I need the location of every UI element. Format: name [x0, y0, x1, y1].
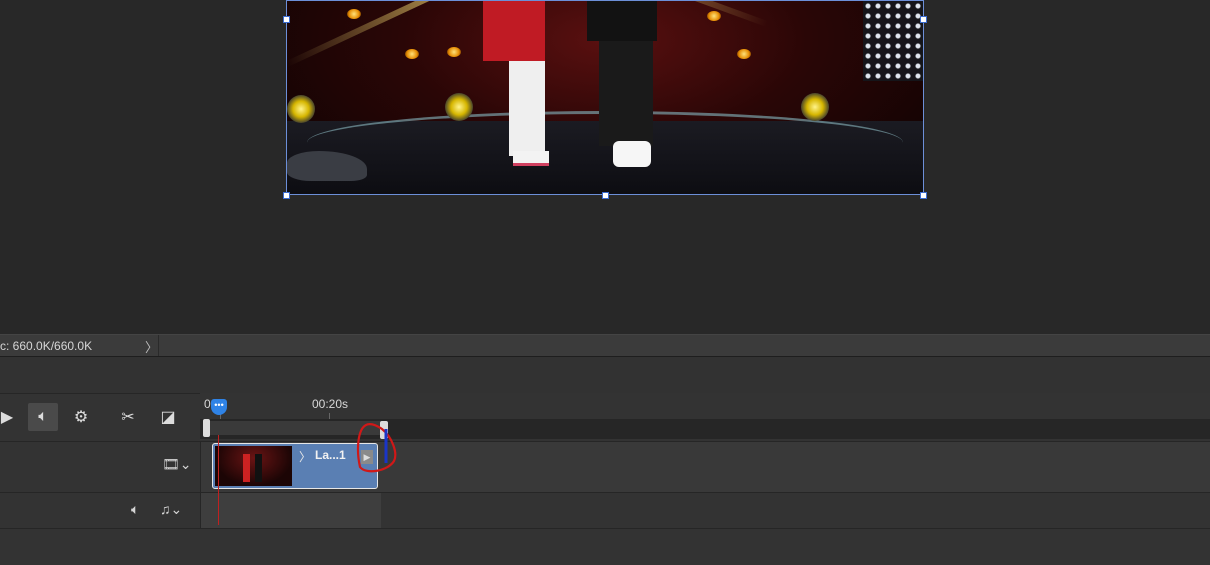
timeline-panel: |▶ 🔈︎ ⚙︎ ✂︎ ◪ 0 00:20s 🎞︎⌄ 🔈︎ ♫ [0, 356, 1210, 565]
playhead-line [218, 435, 219, 525]
split-button[interactable]: ✂︎ [113, 403, 143, 431]
document-size-info: c: 660.0K/660.0K [0, 339, 93, 353]
performer-1-shoes [513, 151, 549, 166]
status-divider [158, 335, 159, 356]
status-menu-arrow[interactable]: 〉 [145, 337, 158, 356]
speaker-icon[interactable]: 🔈︎ [131, 501, 139, 518]
gear-icon: ⚙︎ [73, 409, 89, 426]
performer-2-shoes [613, 141, 651, 167]
audio-toggle-button[interactable]: 🔈︎ [28, 403, 58, 431]
ruler-mark-label: 00:20s [312, 397, 349, 411]
performer-2-legs [599, 41, 653, 146]
settings-button[interactable]: ⚙︎ [66, 403, 96, 431]
work-area-start-handle[interactable] [203, 419, 210, 437]
status-bar: c: 660.0K/660.0K 〉 [0, 334, 1210, 356]
speaker-icon: 🔈︎ [38, 408, 48, 425]
stage-spark [707, 11, 721, 21]
play-icon: |▶ [0, 409, 14, 426]
transition-button[interactable]: ◪ [153, 403, 183, 431]
play-button[interactable]: |▶ [0, 403, 16, 431]
video-track-header: 🎞︎⌄ [0, 442, 201, 492]
stage-spark [347, 9, 361, 19]
thumbnail-figure [243, 454, 250, 482]
timeline-ruler[interactable]: 0 00:20s [200, 393, 1210, 419]
clip-label: La...1 [315, 448, 346, 462]
stage-spark [447, 47, 461, 57]
stage-light [287, 95, 315, 123]
performer-1 [483, 1, 545, 61]
film-strip-icon[interactable]: 🎞︎⌄ [162, 456, 192, 473]
clip-expand-chevron[interactable]: 〉 [299, 448, 311, 465]
performer-2 [587, 1, 657, 41]
playhead-handle[interactable]: ••• [211, 399, 227, 415]
stage-spark [737, 49, 751, 59]
audio-track-lane [201, 493, 381, 528]
timeline-header [0, 357, 1210, 394]
audio-track-row: 🔈︎ ♫⌄ [0, 492, 1210, 528]
ruler-start-label: 0 [204, 397, 211, 411]
clip-thumbnail [215, 446, 292, 486]
transform-handle[interactable] [920, 16, 927, 23]
video-preview-frame[interactable] [286, 0, 924, 195]
audio-track-header: 🔈︎ ♫⌄ [0, 493, 201, 528]
document-canvas [0, 0, 1210, 334]
performer-1-legs [509, 61, 545, 156]
music-note-icon[interactable]: ♫⌄ [160, 501, 182, 518]
transform-handle[interactable] [602, 192, 609, 199]
transform-handle[interactable] [283, 192, 290, 199]
stage-light [445, 93, 473, 121]
annotation-circle [356, 423, 397, 473]
timeline-empty-row [0, 528, 1210, 565]
transition-icon: ◪ [160, 409, 176, 426]
stage-light [801, 93, 829, 121]
transform-handle[interactable] [920, 192, 927, 199]
scissors-icon: ✂︎ [121, 409, 135, 426]
timeline-toolbar: |▶ 🔈︎ ⚙︎ ✂︎ ◪ [0, 397, 200, 437]
led-panel [863, 1, 923, 81]
transform-handle[interactable] [283, 16, 290, 23]
thumbnail-figure [255, 454, 262, 482]
video-track-row: 🎞︎⌄ [0, 441, 1210, 492]
stage-spark [405, 49, 419, 59]
